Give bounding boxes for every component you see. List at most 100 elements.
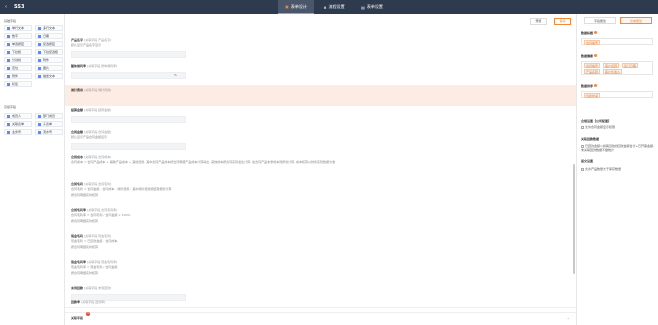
checkbox[interactable] <box>581 167 584 171</box>
field-type-icon <box>38 66 41 70</box>
field-sub: 按合同明细实时核算 <box>71 219 99 223</box>
save-button[interactable]: 保存 <box>554 18 571 25</box>
field-title: 合同毛利率 <box>71 208 87 212</box>
tab-field-props[interactable]: 字段属性 <box>584 17 616 24</box>
chevron-down-icon[interactable]: ⌄ <box>567 316 570 320</box>
sort-chip: 创建时间 <box>584 92 601 98</box>
palette-item[interactable]: 单选按钮 <box>4 41 32 47</box>
preview-button[interactable]: 预览 <box>530 18 547 25</box>
palette-item[interactable]: 单行文本 <box>4 25 32 31</box>
palette-item-label: 子表单 <box>43 122 53 126</box>
option-label: 允许合同金额显示权限 <box>585 125 616 129</box>
field-gross-profit[interactable]: 合同毛利 [关联字段·合同毛利] 合同毛利 = 合同金额 - 合同成本 - 佣针… <box>71 182 171 197</box>
palette-item[interactable]: 下拉框 <box>4 49 32 55</box>
tab-form-settings[interactable]: ▤ 表单设置 <box>354 0 390 14</box>
field-contract-amount[interactable]: 合同金额 [关联字段·合同金额] 默认显示产品合同金额显示 <box>71 130 111 139</box>
field-type-icon <box>7 66 10 70</box>
section-data-summary: 数据摘要 <box>581 54 598 58</box>
field-sub: 按合同明细实时核算 <box>71 245 99 249</box>
palette-item[interactable]: 数字 <box>4 33 32 39</box>
field-title: 合同毛利 <box>71 182 84 186</box>
palette-item[interactable]: 图片 <box>35 65 63 71</box>
palette-item[interactable]: 成员人 <box>4 113 32 119</box>
product-name-input[interactable] <box>71 51 186 58</box>
field-type-icon <box>7 114 10 118</box>
palette-section-basic: 基础字段 <box>4 19 17 23</box>
field-unpaid[interactable]: 未到回款 [关联字段·未到回款] <box>71 286 111 290</box>
field-desc: 合同毛利 = 合同金额 - 合同成本 - 佣针费用 ; 其中佣针费用按结算规则计… <box>71 187 172 191</box>
data-summary-select[interactable]: 合同编号 客户名称 签订日期 产品名称 客户负责人 <box>581 61 653 75</box>
field-settle[interactable]: 结算金额 [关联字段·结算金额] <box>71 108 111 112</box>
tab-process[interactable]: ⋔ 流程设置 <box>316 0 352 14</box>
form-canvas: 预览 保存 产品名字 [关联字段·产品名字] 默认显示产品名字显示 整体佣利率 … <box>65 14 576 325</box>
field-contract-cost[interactable]: 合同成本 [关联字段·合同成本] 合同成本 = 合同产品成本 + 辅助产品成本 … <box>71 155 569 164</box>
summary-chip: 签订日期 <box>622 63 639 68</box>
palette-item[interactable]: 部门成员 <box>35 113 63 119</box>
back-icon[interactable]: ‹ <box>5 4 7 10</box>
section-data-title: 数据标题 <box>581 31 598 35</box>
palette-item[interactable]: 附件 <box>35 57 63 63</box>
option-label: 允许产品数量大于库存数量 <box>585 167 622 171</box>
section-label: 数据排序 <box>581 84 594 88</box>
field-fee[interactable]: 佣针费用 [关联字段·佣针费用] <box>71 88 111 92</box>
palette-item[interactable]: 业务号 <box>4 129 32 135</box>
field-gross-rate[interactable]: 合同毛利率 [关联字段·合同毛利率] 合同毛利率 = 合同毛利 / 合同金额 ×… <box>71 208 130 223</box>
palette-item[interactable]: 附件 <box>4 73 32 79</box>
palette-item[interactable]: 分割线 <box>4 57 32 63</box>
data-sort-select[interactable]: 创建时间 <box>581 91 653 98</box>
field-title: 合同成本 <box>71 155 84 159</box>
summary-chip: 客户负责人 <box>603 69 623 74</box>
field-return-rate[interactable]: 回款率 [关联字段·回款率] <box>71 300 105 304</box>
checkbox[interactable] <box>581 125 584 129</box>
settle-input[interactable] <box>71 116 186 123</box>
divider <box>65 307 576 308</box>
field-hint: [关联字段·合同毛利率] <box>87 208 118 212</box>
data-title-select[interactable]: 合同编号 <box>581 38 653 45</box>
palette-item[interactable]: 定位 <box>4 65 32 71</box>
summary-chip: 产品名称 <box>584 69 601 74</box>
section-submit: 提交设置 <box>581 159 594 163</box>
palette-item-label: 业务号 <box>12 130 22 134</box>
compliance-option[interactable]: 允许合同金额显示权限 <box>581 125 615 129</box>
palette-item-label: 附件 <box>12 74 19 78</box>
field-desc: 合同毛利率 = 合同毛利 / 合同金额 × 100% <box>71 213 131 217</box>
palette-item-label: 流水号 <box>43 130 53 134</box>
flow-icon: ⋔ <box>323 4 327 10</box>
option-label: 已回款金额=关联回款的回款金额合计+已开票金额, 未关联回款数据不做统计 <box>581 144 654 152</box>
tab-form-props[interactable]: 表单属性 <box>620 17 652 24</box>
palette-item[interactable]: 下拉复选框 <box>35 49 63 55</box>
field-type-icon <box>7 122 10 126</box>
scrollbar[interactable] <box>573 164 575 274</box>
selected-field-highlight[interactable] <box>65 85 576 106</box>
field-cash-rate[interactable]: 现金毛利率 [关联字段·现金毛利率] 现金毛利率 = 现金毛利 / 合同金额 按… <box>71 260 117 275</box>
field-type-icon <box>7 74 10 78</box>
palette-item[interactable]: 描述文本 <box>35 73 63 79</box>
field-type-icon <box>38 74 41 78</box>
field-product-name[interactable]: 产品名字 [关联字段·产品名字] 默认显示产品名字显示 <box>71 38 111 47</box>
field-type-icon <box>7 82 10 86</box>
palette-item[interactable]: 子表单 <box>35 121 63 127</box>
submit-option[interactable]: 允许产品数量大于库存数量 <box>581 167 621 171</box>
tab-label: 表单设置 <box>366 4 383 9</box>
field-related[interactable]: 关联字段 <box>71 316 83 320</box>
summary-chip: 合同编号 <box>584 63 601 68</box>
percent-unit: % <box>174 73 177 77</box>
field-rate[interactable]: 整体佣利率 [关联字段·整体佣利率] <box>71 64 117 68</box>
field-hint: [关联字段·结算金额] <box>84 108 112 112</box>
tab-form-design[interactable]: ▣ 表单设计 <box>278 0 314 14</box>
related-payment-option[interactable]: 已回款金额=关联回款的回款金额合计+已开票金额, 未关联回款数据不做统计 <box>581 144 655 152</box>
palette-item[interactable]: 关联表单 <box>4 121 32 127</box>
field-type-icon <box>7 130 10 134</box>
palette-item-label: 附件 <box>43 58 50 62</box>
palette-item[interactable]: 多行文本 <box>35 25 63 31</box>
palette-item[interactable]: 流水号 <box>35 129 63 135</box>
field-cash-profit[interactable]: 现金毛利 [关联字段·现金毛利] 现金毛利 = 已回款金额 - 合同成本 按合同… <box>71 234 117 249</box>
palette-item[interactable]: 日期 <box>35 33 63 39</box>
contract-amount-input[interactable] <box>71 143 186 150</box>
palette-item[interactable]: 标签 <box>4 81 32 87</box>
section-related-payment: 关联回款数据 <box>581 137 600 141</box>
field-type-icon <box>38 42 41 46</box>
palette-item[interactable]: 复选按钮 <box>35 41 63 47</box>
palette-item-label: 标签 <box>12 82 19 86</box>
rate-input[interactable] <box>71 72 186 79</box>
